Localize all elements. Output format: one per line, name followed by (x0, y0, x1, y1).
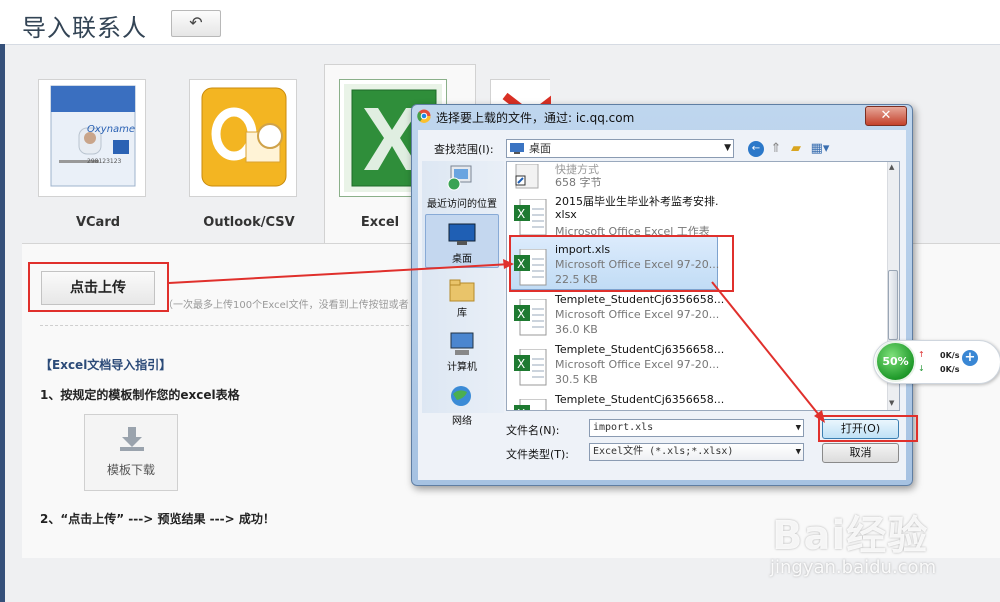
watermark-brand: Bai经验 (772, 513, 929, 559)
file-name: Templete_StudentCj6356658... (555, 343, 725, 356)
filetype-label: 文件类型(T): (506, 448, 570, 461)
place-desktop[interactable]: 桌面 (421, 250, 503, 265)
filename-value: import.xls (593, 422, 654, 433)
place-recent[interactable]: 最近访问的位置 (421, 195, 503, 210)
upload-speed: 0K/s (940, 351, 960, 360)
look-in-combo[interactable]: 桌面 ▼ (506, 139, 734, 158)
recent-places-icon (445, 164, 475, 192)
chevron-down-icon: ▼ (795, 423, 801, 433)
file-size: 658 字节 (555, 176, 602, 189)
file-size: 30.5 KB (555, 373, 598, 386)
download-speed: 0K/s (940, 365, 960, 374)
svg-text:X: X (517, 357, 525, 371)
page-title: 导入联系人 (22, 14, 147, 42)
network-icon (447, 384, 477, 410)
excel-file-icon: X (514, 349, 547, 386)
upload-arrow-icon: ↑ (918, 350, 925, 359)
guide-step-2: 2、“点击上传” ---> 预览结果 ---> 成功！ (40, 512, 275, 526)
back-button[interactable]: ↶ (171, 10, 221, 37)
dialog-title: 选择要上载的文件，通过: ic.qq.com (436, 111, 635, 125)
source-label-outlook: Outlook/CSV (203, 215, 295, 230)
template-download-label: 模板下载 (106, 463, 155, 477)
left-accent-bar (0, 44, 5, 602)
view-menu-icon[interactable]: ▦▾ (808, 141, 832, 157)
speed-plus-button[interactable]: + (962, 350, 978, 366)
place-computer[interactable]: 计算机 (421, 358, 503, 373)
speed-percent-ball[interactable]: 50% (875, 341, 916, 382)
back-nav-icon[interactable]: ← (748, 141, 764, 157)
vcard-card-number: 298123123 (87, 158, 122, 165)
computer-icon (447, 331, 477, 357)
new-folder-icon[interactable]: ▰ (788, 141, 804, 157)
file-name: 2015届毕业生毕业补考监考安排. (555, 195, 719, 208)
file-size: 36.0 KB (555, 323, 598, 336)
file-row[interactable]: X Templete_StudentCj6356658... (506, 390, 890, 410)
scroll-up-icon[interactable]: ▲ (889, 163, 894, 171)
svg-text:X: X (517, 307, 525, 321)
excel-file-icon: X (514, 399, 547, 410)
file-row[interactable]: X Templete_StudentCj6356658... Microsoft… (506, 290, 890, 340)
place-network[interactable]: 网络 (421, 412, 503, 427)
desktop-place-icon (447, 222, 477, 248)
file-row[interactable]: X Templete_StudentCj6356658... Microsoft… (506, 340, 890, 390)
highlight-upload-button (28, 262, 169, 312)
highlight-import-file (509, 235, 734, 292)
close-icon: ✕ (880, 108, 892, 123)
cancel-button[interactable]: 取消 (822, 443, 899, 463)
place-library[interactable]: 库 (421, 304, 503, 319)
file-type: Microsoft Office Excel 97-20... (555, 308, 720, 321)
file-row[interactable]: 快捷方式 658 字节 (506, 161, 890, 191)
file-type: Microsoft Office Excel 97-20... (555, 358, 720, 371)
scrollbar-thumb[interactable] (888, 270, 898, 340)
template-download-button[interactable] (84, 414, 178, 491)
chevron-down-icon: ▼ (795, 447, 801, 457)
filename-label: 文件名(N): (506, 424, 560, 437)
filename-input[interactable]: import.xls ▼ (589, 419, 804, 437)
watermark-url: jingyan.baidu.com (770, 557, 937, 578)
chrome-logo-icon (417, 109, 431, 123)
header-divider (0, 44, 1000, 45)
file-name: Templete_StudentCj6356658... (555, 393, 725, 406)
outlook-icon (201, 87, 287, 187)
svg-text:X: X (517, 207, 525, 221)
desktop-icon (510, 143, 524, 154)
excel-file-icon: X (514, 199, 547, 236)
file-name-line2: xlsx (555, 208, 577, 221)
guide-step-1: 1、按规定的模板制作您的excel表格 (40, 388, 240, 402)
source-tile-outlook[interactable] (189, 79, 297, 197)
scroll-down-icon[interactable]: ▼ (889, 399, 894, 407)
vcard-icon (50, 85, 136, 187)
library-icon (447, 277, 477, 303)
up-folder-icon[interactable]: ⇑ (768, 141, 784, 157)
source-tile-vcard[interactable]: Oxyname 298123123 (38, 79, 146, 197)
file-row[interactable]: X 2015届毕业生毕业补考监考安排. xlsx Microsoft Offic… (506, 190, 890, 240)
download-arrow-icon: ↓ (918, 364, 925, 373)
download-icon (120, 427, 144, 451)
excel-file-icon: X (514, 299, 547, 336)
guide-heading: 【Excel文档导入指引】 (40, 358, 172, 372)
highlight-open-button (818, 415, 918, 442)
undo-icon: ↶ (189, 13, 203, 32)
dialog-close-button[interactable]: ✕ (865, 106, 907, 126)
filetype-value: Excel文件 (*.xls;*.xlsx) (593, 446, 734, 457)
look-in-label: 查找范围(I): (434, 143, 494, 156)
upload-hint: （一次最多上传100个Excel文件，没看到上传按钮或者 (163, 300, 409, 311)
filetype-select[interactable]: Excel文件 (*.xls;*.xlsx) ▼ (589, 443, 804, 461)
vcard-card-text: Oxyname (87, 124, 136, 135)
chevron-down-icon: ▼ (724, 143, 731, 153)
source-label-vcard: VCard (75, 215, 121, 230)
look-in-value: 桌面 (529, 142, 551, 155)
file-name: Templete_StudentCj6356658... (555, 293, 725, 306)
svg-text:X: X (517, 407, 525, 410)
